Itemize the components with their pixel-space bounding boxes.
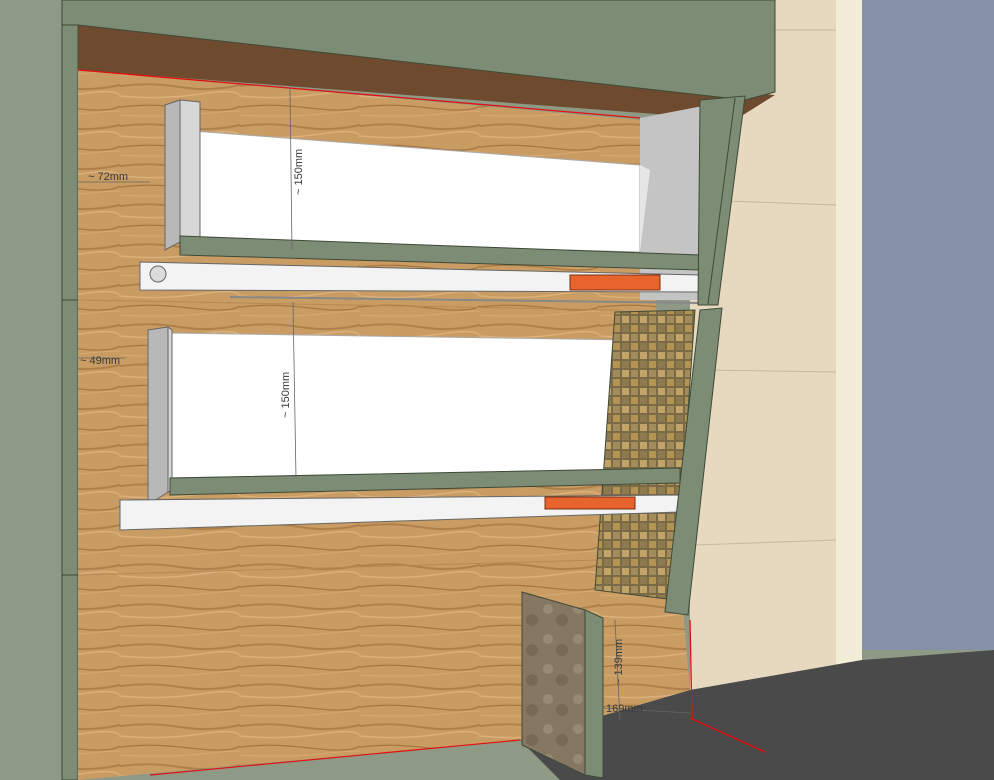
light-pillar [836, 0, 862, 665]
lower-runner-clip [544, 496, 636, 510]
toe-kick-panel[interactable] [521, 591, 604, 779]
upper-runner-clip [569, 274, 661, 291]
dim-upper-left-gap: ~ 72mm [88, 171, 128, 183]
dim-upper-drawer-height: ~ 150mm [293, 149, 305, 195]
dim-lower-drawer-height: ~ 150mm [280, 372, 292, 418]
dim-toe-kick-height: ~ 139mm [613, 639, 625, 685]
blue-wall [862, 0, 994, 650]
cabinet-side-panel [61, 0, 79, 780]
sketchup-viewport[interactable]: ~ 72mm ~ 150mm ~ 49mm ~ 150mm ~ 139mm 16… [0, 0, 994, 780]
dim-lower-left-gap: ~ 49mm [80, 355, 120, 367]
dim-toe-kick-depth: 169mm [606, 703, 643, 715]
